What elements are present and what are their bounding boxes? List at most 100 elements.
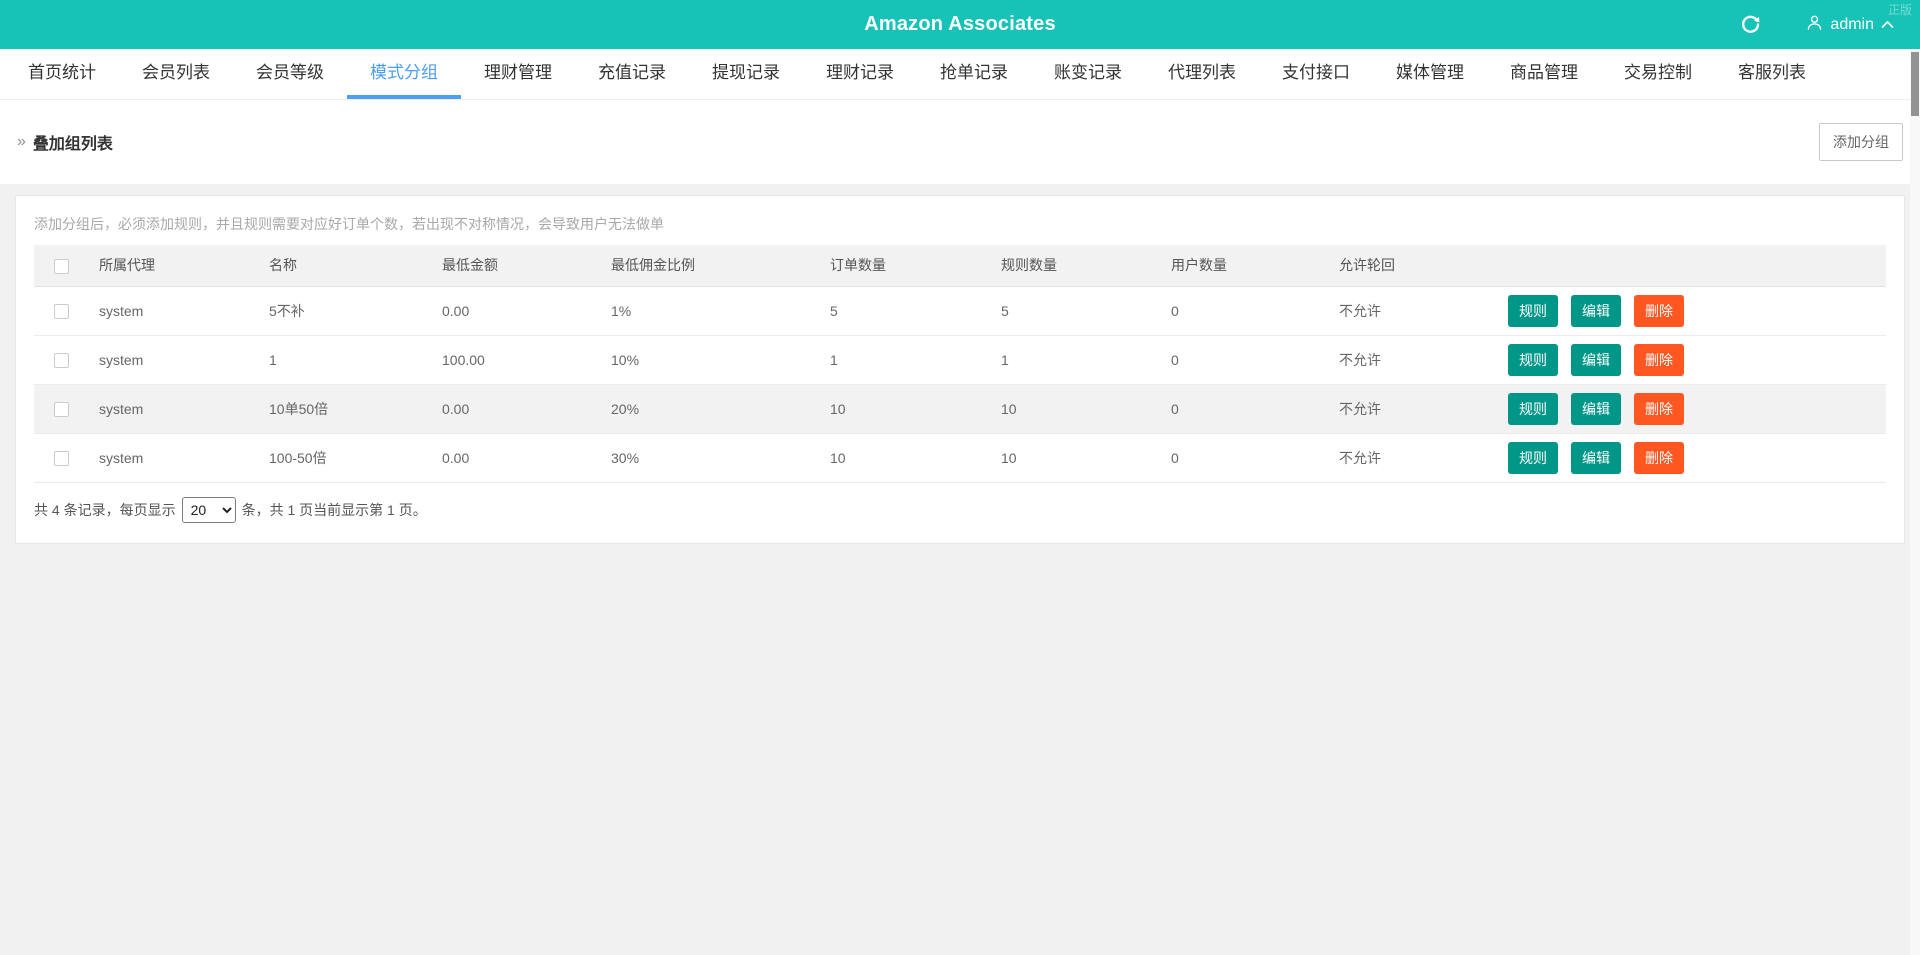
add-group-button[interactable]: 添加分组 — [1819, 123, 1903, 161]
edit-button[interactable]: 编辑 — [1571, 392, 1621, 425]
cell-users: 0 — [1171, 449, 1179, 466]
pagination-prefix: 共 4 条记录，每页显示 — [34, 501, 176, 518]
nav-item-label: 会员等级 — [256, 63, 324, 82]
nav-item-label: 会员列表 — [142, 63, 210, 82]
row-checkbox[interactable] — [54, 303, 69, 319]
cell-name: 5不补 — [269, 302, 305, 319]
nav-item[interactable]: 提现记录 — [689, 49, 803, 99]
double-chevron-icon: » — [17, 133, 26, 150]
nav-item-label: 首页统计 — [28, 63, 96, 82]
nav-item[interactable]: 模式分组 — [347, 49, 461, 99]
nav-item-label: 交易控制 — [1624, 63, 1692, 82]
cell-loop: 不允许 — [1339, 449, 1381, 466]
cell-min_amount: 0.00 — [442, 302, 470, 319]
scrollbar[interactable] — [1910, 49, 1920, 955]
cell-loop: 不允许 — [1339, 302, 1381, 319]
nav-item-label: 账变记录 — [1054, 63, 1122, 82]
nav-item[interactable]: 商品管理 — [1487, 49, 1601, 99]
row-checkbox[interactable] — [54, 352, 69, 368]
nav-item-label: 支付接口 — [1282, 63, 1350, 82]
nav-item[interactable]: 首页统计 — [5, 49, 119, 99]
col-min-commission: 最低佣金比例 — [611, 245, 830, 287]
col-actions — [1508, 245, 1886, 287]
nav-item[interactable]: 交易控制 — [1601, 49, 1715, 99]
cell-orders: 10 — [830, 449, 846, 466]
row-checkbox[interactable] — [54, 401, 69, 417]
nav-item-label: 模式分组 — [370, 63, 438, 82]
edit-button[interactable]: 编辑 — [1571, 294, 1621, 327]
app-title: Amazon Associates — [864, 13, 1056, 35]
rule-button[interactable]: 规则 — [1508, 441, 1558, 474]
breadcrumb: » 叠加组列表 — [17, 130, 113, 154]
table-header-row: 所属代理 名称 最低金额 最低佣金比例 订单数量 规则数量 用户数量 允许轮回 — [34, 245, 1886, 287]
refresh-icon[interactable] — [1741, 15, 1760, 34]
user-icon — [1806, 14, 1823, 36]
edit-button[interactable]: 编辑 — [1571, 441, 1621, 474]
col-min-amount: 最低金额 — [442, 245, 611, 287]
cell-orders: 1 — [830, 351, 838, 368]
group-list-card: 添加分组后，必须添加规则，并且规则需要对应好订单个数，若出现不对称情况，会导致用… — [15, 195, 1905, 544]
cell-min_commission: 1% — [611, 302, 632, 319]
nav-item[interactable]: 充值记录 — [575, 49, 689, 99]
hint-text: 添加分组后，必须添加规则，并且规则需要对应好订单个数，若出现不对称情况，会导致用… — [34, 216, 664, 232]
cell-agent: system — [99, 302, 144, 319]
nav-item[interactable]: 账变记录 — [1031, 49, 1145, 99]
nav-item[interactable]: 会员等级 — [233, 49, 347, 99]
row-checkbox[interactable] — [54, 450, 69, 466]
cell-agent: system — [99, 351, 144, 368]
nav-item-label: 客服列表 — [1738, 63, 1806, 82]
cell-min_amount: 100.00 — [442, 351, 485, 368]
cell-min_commission: 30% — [611, 449, 640, 466]
delete-button[interactable]: 删除 — [1634, 441, 1684, 474]
group-table: 所属代理 名称 最低金额 最低佣金比例 订单数量 规则数量 用户数量 允许轮回 … — [34, 245, 1886, 483]
rule-button[interactable]: 规则 — [1508, 343, 1558, 376]
nav-item[interactable]: 会员列表 — [119, 49, 233, 99]
page-title: 叠加组列表 — [32, 136, 113, 153]
delete-button[interactable]: 删除 — [1634, 392, 1684, 425]
edit-button[interactable]: 编辑 — [1571, 343, 1621, 376]
nav-item-label: 代理列表 — [1168, 63, 1236, 82]
rule-button[interactable]: 规则 — [1508, 294, 1558, 327]
nav-item[interactable]: 客服列表 — [1715, 49, 1829, 99]
content-area: 添加分组后，必须添加规则，并且规则需要对应好订单个数，若出现不对称情况，会导致用… — [0, 184, 1920, 955]
cell-rules: 5 — [1001, 302, 1009, 319]
pagination-suffix: 条，共 1 页当前显示第 1 页。 — [241, 501, 427, 518]
user-menu[interactable]: admin — [1806, 14, 1894, 36]
nav-item[interactable]: 媒体管理 — [1373, 49, 1487, 99]
cell-orders: 10 — [830, 400, 846, 417]
cell-orders: 5 — [830, 302, 838, 319]
col-agent: 所属代理 — [99, 245, 269, 287]
scrollbar-thumb[interactable] — [1911, 52, 1919, 116]
col-users: 用户数量 — [1171, 245, 1339, 287]
nav-item-label: 商品管理 — [1510, 63, 1578, 82]
nav-item-label: 充值记录 — [598, 63, 666, 82]
col-orders: 订单数量 — [830, 245, 1001, 287]
nav-item[interactable]: 代理列表 — [1145, 49, 1259, 99]
nav-item-label: 提现记录 — [712, 63, 780, 82]
username: admin — [1830, 15, 1874, 33]
delete-button[interactable]: 删除 — [1634, 343, 1684, 376]
breadcrumb-bar: » 叠加组列表 添加分组 — [0, 100, 1920, 184]
cell-users: 0 — [1171, 302, 1179, 319]
cell-rules: 1 — [1001, 351, 1009, 368]
cell-loop: 不允许 — [1339, 400, 1381, 417]
cell-min_amount: 0.00 — [442, 449, 470, 466]
nav-item[interactable]: 抢单记录 — [917, 49, 1031, 99]
table-row: system 100-50倍 0.00 30% 10 10 0 不允许 规则 编辑 删除 — [34, 433, 1886, 483]
nav-item[interactable]: 支付接口 — [1259, 49, 1373, 99]
table-row: system 5不补 0.00 1% 5 5 0 不允许 规则 编辑 删除 — [34, 286, 1886, 336]
select-all-checkbox[interactable] — [54, 258, 69, 274]
nav-item-label: 理财管理 — [484, 63, 552, 82]
col-loop: 允许轮回 — [1339, 245, 1508, 287]
cell-loop: 不允许 — [1339, 351, 1381, 368]
page-size-select[interactable]: 20 — [181, 496, 236, 523]
col-name: 名称 — [269, 245, 442, 287]
cell-users: 0 — [1171, 400, 1179, 417]
nav-item[interactable]: 理财记录 — [803, 49, 917, 99]
rule-button[interactable]: 规则 — [1508, 392, 1558, 425]
chevron-up-icon — [1881, 16, 1894, 34]
nav-item[interactable]: 理财管理 — [461, 49, 575, 99]
delete-button[interactable]: 删除 — [1634, 294, 1684, 327]
table-row: system 10单50倍 0.00 20% 10 10 0 不允许 规则 编辑 删除 — [34, 384, 1886, 434]
nav-item-label: 抢单记录 — [940, 63, 1008, 82]
